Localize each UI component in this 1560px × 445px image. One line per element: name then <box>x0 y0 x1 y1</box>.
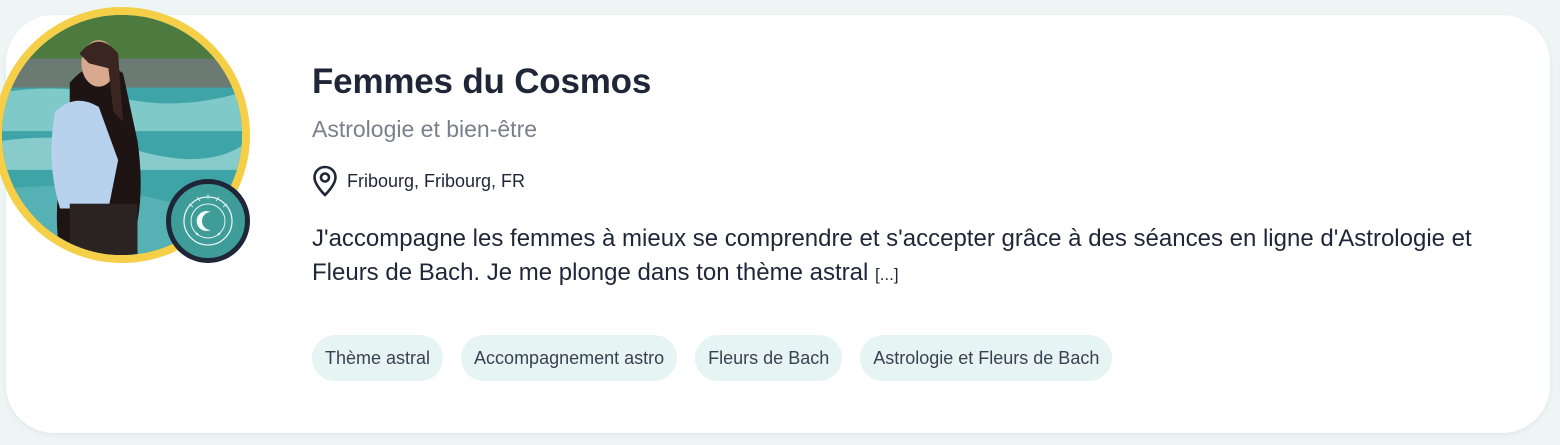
profile-description: J'accompagne les femmes à mieux se compr… <box>312 222 1472 292</box>
tag[interactable]: Thème astral <box>312 335 444 381</box>
read-more-link[interactable]: [...] <box>875 265 899 284</box>
tag[interactable]: Accompagnement astro <box>461 335 678 381</box>
tag[interactable]: Fleurs de Bach <box>695 335 843 381</box>
tag-list: Thème astral Accompagnement astro Fleurs… <box>312 335 1113 381</box>
profile-title[interactable]: Femmes du Cosmos <box>312 62 651 102</box>
map-pin-icon <box>313 165 337 197</box>
profile-card[interactable]: Femmes du Cosmos Astrologie et bien-être… <box>0 7 1550 433</box>
tag[interactable]: Astrologie et Fleurs de Bach <box>860 335 1113 381</box>
location-text: Fribourg, Fribourg, FR <box>347 170 526 191</box>
avatar[interactable] <box>0 7 254 267</box>
profile-category: Astrologie et bien-être <box>312 116 538 142</box>
profile-location: Fribourg, Fribourg, FR <box>312 165 525 197</box>
moon-logo-icon <box>166 179 250 263</box>
